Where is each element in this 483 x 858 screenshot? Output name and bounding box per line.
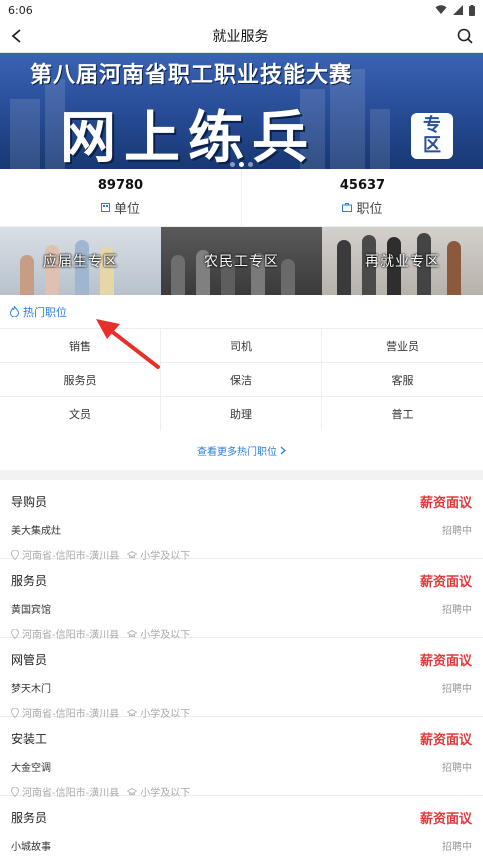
more-hot-positions-label: 查看更多热门职位: [197, 447, 277, 458]
graduation-cap-icon: [127, 629, 138, 637]
building-icon: [100, 203, 110, 212]
carousel-dots: [0, 162, 483, 167]
briefcase-icon: [342, 203, 353, 212]
location-pin-icon: [11, 707, 19, 718]
battery-icon: [469, 4, 475, 16]
job-title: 服务员: [11, 811, 48, 825]
stat-companies-value: 89780: [97, 178, 144, 193]
banner-headline: 第八届河南省职工职业技能大赛: [30, 62, 353, 88]
job-card[interactable]: 服务员 薪资面议 小城故事 招聘中: [0, 796, 483, 858]
hot-position-item[interactable]: 保洁: [161, 363, 322, 397]
job-salary: 薪资面议: [419, 654, 472, 669]
job-title: 安装工: [11, 732, 48, 746]
chevron-right-icon: [280, 446, 286, 455]
status-icons: [435, 4, 475, 16]
job-company: 大金空调: [11, 763, 51, 774]
job-card[interactable]: 导购员 薪资面议 美大集成灶 招聘中 河南省-信阳市-潢川县 小学及以下: [0, 480, 483, 562]
zone-graduates-label: 应届生专区: [43, 254, 118, 270]
hot-positions-grid: 销售 司机 营业员 服务员 保洁 客服 文员 助理 普工: [0, 329, 483, 431]
hot-positions-header: 热门职位: [0, 295, 483, 329]
job-status: 招聘中: [442, 684, 472, 695]
status-bar: 6:06: [0, 0, 483, 20]
hot-position-item[interactable]: 司机: [161, 329, 322, 363]
zone-graduates[interactable]: 应届生专区: [0, 227, 161, 295]
banner-badge: 专 区: [411, 113, 453, 159]
graduation-cap-icon: [127, 550, 138, 558]
job-status: 招聘中: [442, 763, 472, 774]
job-title: 网管员: [11, 653, 48, 667]
search-icon[interactable]: [457, 28, 473, 44]
job-company: 黄国宾馆: [11, 605, 51, 616]
zone-tiles: 应届生专区 农民工专区 再就业专区: [0, 227, 483, 295]
job-company: 小城故事: [11, 842, 51, 853]
badge-text-2: 区: [423, 135, 441, 156]
back-arrow-icon[interactable]: [10, 28, 24, 44]
carousel-dot-active[interactable]: [239, 162, 244, 167]
page-title: 就业服务: [212, 29, 269, 45]
job-company: 梦天木门: [11, 684, 51, 695]
hot-position-item[interactable]: 助理: [161, 397, 322, 431]
stat-positions[interactable]: 45637 职位: [241, 169, 483, 226]
banner-title: 网上练兵: [60, 105, 316, 169]
carousel-dot[interactable]: [248, 162, 253, 167]
job-salary: 薪资面议: [419, 575, 472, 590]
job-title: 服务员: [11, 574, 48, 588]
status-time: 6:06: [8, 3, 33, 17]
zone-reemployment-label: 再就业专区: [365, 254, 440, 270]
hot-position-item[interactable]: 客服: [322, 363, 483, 397]
flame-icon: [10, 306, 19, 317]
hot-position-item[interactable]: 文员: [0, 397, 161, 431]
job-salary: 薪资面议: [419, 496, 472, 511]
wifi-icon: [435, 5, 447, 14]
more-hot-positions-link[interactable]: 查看更多热门职位: [0, 431, 483, 470]
job-card[interactable]: 网管员 薪资面议 梦天木门 招聘中 河南省-信阳市-潢川县 小学及以下: [0, 638, 483, 720]
job-list: 导购员 薪资面议 美大集成灶 招聘中 河南省-信阳市-潢川县 小学及以下 服务员…: [0, 480, 483, 858]
job-salary: 薪资面议: [419, 812, 472, 827]
location-pin-icon: [11, 628, 19, 639]
stat-companies[interactable]: 89780 单位: [0, 169, 241, 226]
job-title: 导购员: [11, 495, 48, 509]
promo-banner[interactable]: 第八届河南省职工职业技能大赛 网上练兵 专 区: [0, 52, 483, 169]
badge-text-1: 专: [423, 115, 441, 136]
location-pin-icon: [11, 786, 19, 797]
signal-icon: [453, 5, 463, 15]
job-salary: 薪资面议: [419, 733, 472, 748]
stat-positions-value: 45637: [339, 178, 386, 193]
job-status: 招聘中: [442, 842, 472, 853]
job-status: 招聘中: [442, 605, 472, 616]
job-company: 美大集成灶: [11, 526, 61, 537]
stat-positions-label: 职位: [356, 202, 383, 217]
location-pin-icon: [11, 549, 19, 560]
job-status: 招聘中: [442, 526, 472, 537]
zone-migrant-workers-label: 农民工专区: [204, 254, 279, 270]
hot-position-item[interactable]: 服务员: [0, 363, 161, 397]
graduation-cap-icon: [127, 708, 138, 716]
carousel-dot[interactable]: [230, 162, 235, 167]
stat-companies-label: 单位: [113, 202, 140, 217]
hot-positions-title: 热门职位: [23, 305, 67, 319]
hot-position-item[interactable]: 普工: [322, 397, 483, 431]
section-divider: [0, 470, 483, 480]
job-card[interactable]: 安装工 薪资面议 大金空调 招聘中 河南省-信阳市-潢川县 小学及以下: [0, 717, 483, 799]
nav-bar: 就业服务: [0, 20, 483, 52]
stats-row: 89780 单位 45637 职位: [0, 169, 483, 227]
graduation-cap-icon: [127, 787, 138, 795]
job-card[interactable]: 服务员 薪资面议 黄国宾馆 招聘中 河南省-信阳市-潢川县 小学及以下: [0, 559, 483, 641]
hot-position-item[interactable]: 销售: [0, 329, 161, 363]
zone-reemployment[interactable]: 再就业专区: [322, 227, 483, 295]
zone-migrant-workers[interactable]: 农民工专区: [161, 227, 322, 295]
hot-position-item[interactable]: 营业员: [322, 329, 483, 363]
